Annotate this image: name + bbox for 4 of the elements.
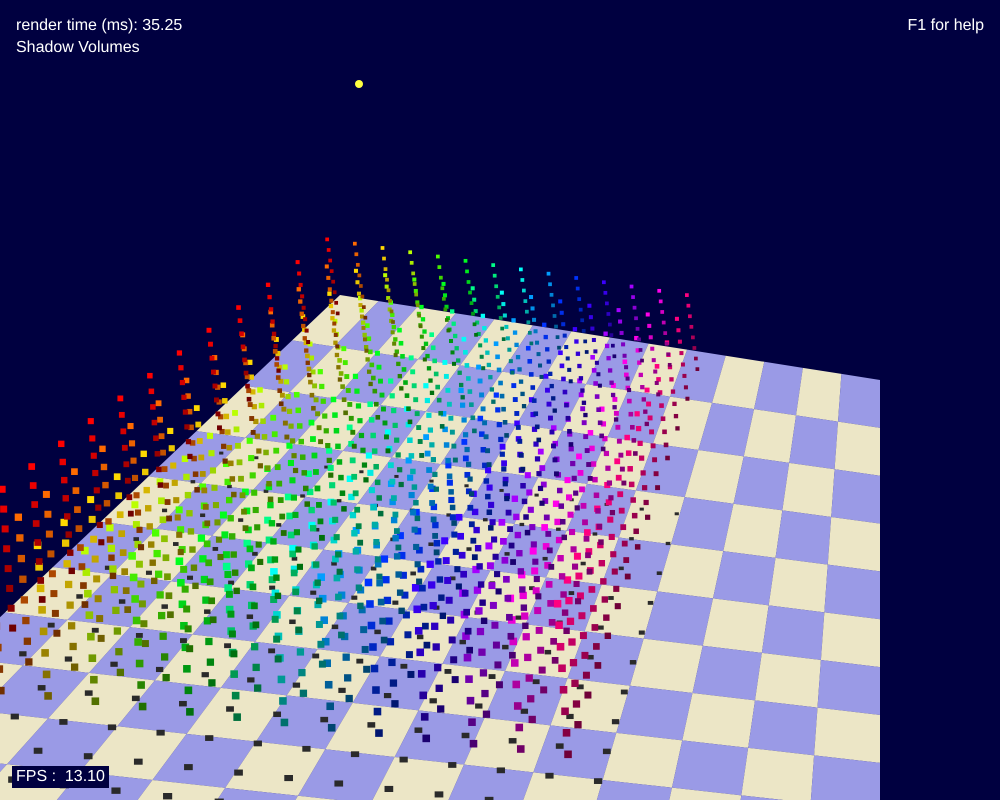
render-mode-label: Shadow Volumes <box>16 38 140 58</box>
fps-counter: FPS : 13.10 <box>12 766 109 788</box>
help-hint: F1 for help <box>908 16 984 36</box>
render-time-label: render time (ms): 35.25 <box>16 16 182 36</box>
